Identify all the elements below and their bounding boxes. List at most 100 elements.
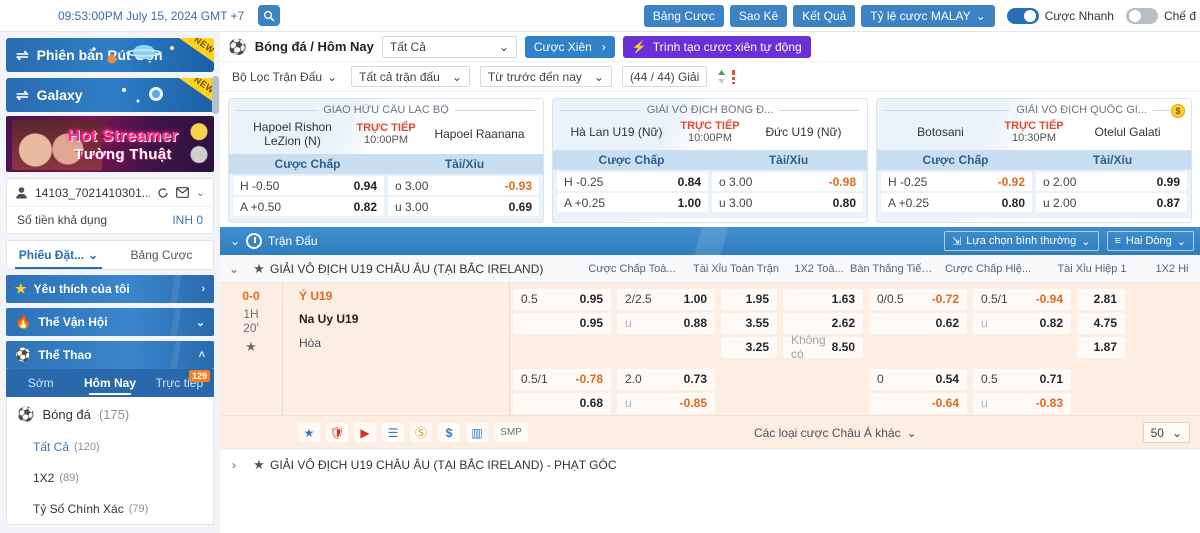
sidebar-item-all[interactable]: Tất Cả (120) — [7, 431, 213, 462]
statement-button[interactable]: Sao Kê — [729, 4, 788, 27]
odd-cell[interactable]: 0.5 0.95 — [513, 288, 611, 310]
odd-cell[interactable]: u 0.88 — [617, 312, 715, 334]
odd-cell[interactable]: 2/2.5 1.00 — [617, 288, 715, 310]
odd-cell[interactable]: 0 0.54 — [869, 368, 967, 390]
time-range-dropdown[interactable]: Từ trước đến nay ⌄ — [479, 66, 612, 87]
coin-icon[interactable]: Ⓢ — [410, 423, 432, 442]
results-label: Kết Quả — [802, 8, 847, 23]
star-icon[interactable]: ★ — [248, 457, 270, 473]
promo-galaxy[interactable]: ⇌ Galaxy NEW — [6, 78, 214, 112]
card-league-row: GIẢI VÔ ĐỊCH QUỐC GI... — [877, 99, 1191, 116]
odd-cell[interactable]: 2.62 — [783, 312, 863, 334]
odd-cell[interactable]: 1.87 — [1077, 336, 1125, 358]
hot-streamer-banner[interactable]: Hot Streamer Tường Thuật — [6, 116, 214, 172]
odd-cell[interactable]: 0.5 0.71 — [973, 368, 1071, 390]
odd-cell[interactable]: o 3.00 -0.98 — [712, 172, 863, 191]
odd-cell[interactable]: 0.68 — [513, 392, 611, 414]
odd-cell[interactable]: Không có 8.50 — [783, 333, 863, 361]
fire-shield-icon[interactable]: 🛡 — [326, 423, 348, 442]
tab-early[interactable]: Sớm — [6, 369, 75, 397]
league-expand-chevron-right-icon[interactable]: › — [220, 458, 248, 472]
other-asian-bets-toggle[interactable]: Các loại cược Châu Á khác ⌄ — [534, 426, 1137, 440]
sidebar-item-sports[interactable]: ⚽ Thể Thao ˄ — [6, 341, 214, 369]
odd-cell[interactable]: u -0.83 — [973, 392, 1071, 414]
star-icon[interactable]: ★ — [220, 339, 282, 355]
parlay-button[interactable]: Cược Xiên › — [524, 35, 615, 58]
account-row[interactable]: 14103_7021410301... ⌄ — [7, 179, 213, 207]
card-handicap-header: Cược Chấp — [598, 153, 665, 167]
all-matches-dropdown[interactable]: Tất cả trận đấu ⌄ — [351, 66, 470, 87]
odds-type-select[interactable]: Tỷ lệ cược MALAY ⌄ — [861, 4, 995, 27]
chevron-down-icon[interactable]: ⌄ — [196, 186, 205, 199]
odd-cell[interactable]: 3.55 — [721, 312, 777, 334]
sidebar-item-favourites[interactable]: ★ Yêu thích của tôi › — [6, 275, 214, 303]
sort-asc-desc-icon[interactable] — [717, 69, 738, 85]
odd-cell[interactable]: 1.95 — [721, 288, 777, 310]
odd-cell[interactable]: 0.62 — [869, 312, 967, 334]
auto-parlay-button[interactable]: ⚡ Trình tạo cược xiên tự động — [622, 35, 811, 58]
sidebar-scrollbar[interactable] — [212, 76, 219, 114]
odd-cell[interactable]: u 3.00 0.69 — [388, 197, 539, 216]
smp-icon[interactable]: SMP — [494, 423, 528, 442]
odd-cell[interactable]: 0.5/1 -0.78 — [513, 368, 611, 390]
mail-icon[interactable] — [175, 187, 189, 198]
quick-bet-toggle[interactable] — [1006, 7, 1039, 24]
league-count-display[interactable]: (44 / 44) Giải — [621, 66, 708, 87]
card-handicap-header: Cược Chấp — [274, 157, 341, 171]
odd-cell[interactable]: 2.81 — [1077, 288, 1125, 310]
odd-cell[interactable]: u -0.85 — [617, 392, 715, 414]
play-video-icon[interactable]: ▶ — [354, 423, 376, 442]
tab-bet-slip-label: Phiếu Đặt... — [18, 248, 85, 262]
tab-bet-slip[interactable]: Phiếu Đặt... ⌄ — [7, 241, 110, 269]
league-filter-select[interactable]: Tất Cả ⌄ — [381, 35, 517, 58]
odd-cell[interactable]: H -0.25 0.84 — [557, 172, 708, 191]
promo-lite-version[interactable]: ⇌ Phiên bản Rút Gọn NEW — [6, 38, 214, 72]
tab-bet-list[interactable]: Bảng Cược — [110, 241, 213, 269]
star-icon[interactable]: ★ — [248, 261, 270, 277]
bar-chart-icon[interactable]: ▥ — [466, 423, 488, 442]
results-button[interactable]: Kết Quả — [793, 4, 856, 27]
refresh-icon[interactable] — [157, 187, 169, 199]
odd-cell[interactable]: 3.25 — [721, 336, 777, 358]
odd-cell[interactable]: 2.0 0.73 — [617, 368, 715, 390]
odd-cell[interactable]: 4.75 — [1077, 312, 1125, 334]
rows-option-button[interactable]: ≡ Hai Dòng ⌄ — [1106, 231, 1194, 251]
star-icon[interactable]: ★ — [298, 423, 320, 442]
odd-cell[interactable]: A +0.25 1.00 — [557, 193, 708, 212]
odd-cell[interactable]: 0/0.5 -0.72 — [869, 288, 967, 310]
odd-cell[interactable]: 0.95 — [513, 312, 611, 334]
odd-cell[interactable]: 1.63 — [783, 288, 863, 310]
mode-toggle[interactable] — [1125, 7, 1158, 24]
odd-cell[interactable]: o 2.00 0.99 — [1036, 172, 1187, 191]
match-home-team[interactable]: Ý U19 — [299, 289, 509, 303]
odd-cell[interactable]: 0.5/1 -0.94 — [973, 288, 1071, 310]
stats-table-icon[interactable]: ☰ — [382, 423, 404, 442]
odd-cell[interactable]: H -0.25 -0.92 — [881, 172, 1032, 191]
odd-cell[interactable]: A +0.50 0.82 — [233, 197, 384, 216]
view-option-button[interactable]: ⇲ Lựa chọn bình thường ⌄ — [944, 231, 1099, 251]
sidebar-item-1x2[interactable]: 1X2 (89) — [7, 462, 213, 493]
search-icon — [264, 10, 275, 21]
odd-cell[interactable]: u 3.00 0.80 — [712, 193, 863, 212]
sidebar-item-olympics[interactable]: 🔥 Thế Vận Hội ⌄ — [6, 308, 214, 336]
betlist-button[interactable]: Bảng Cược — [643, 4, 724, 27]
sport-football-header[interactable]: ⚽ Bóng đá (175) — [7, 397, 213, 431]
odd-cell[interactable]: u 2.00 0.87 — [1036, 193, 1187, 212]
quick-bet-toggle-group[interactable]: Cược Nhanh — [1006, 7, 1114, 24]
tab-live[interactable]: Trực tiếp 129 — [145, 369, 214, 397]
league-collapse-chevron-down-icon[interactable]: ⌄ — [220, 262, 248, 276]
match-filter-dropdown[interactable]: Bộ Lọc Trận Đấu ⌄ — [228, 70, 341, 84]
cashout-icon[interactable]: $ — [438, 423, 460, 442]
sidebar-item-correct-score[interactable]: Tỷ Số Chính Xác (79) — [7, 493, 213, 524]
odd-cell[interactable]: o 3.00 -0.93 — [388, 176, 539, 195]
page-size-select[interactable]: 50 ⌄ — [1142, 422, 1190, 443]
odd-cell[interactable]: -0.64 — [869, 392, 967, 414]
tab-today[interactable]: Hôm Nay — [75, 369, 144, 397]
search-button[interactable] — [258, 5, 281, 26]
mode-toggle-group[interactable]: Chế đ — [1125, 7, 1196, 24]
match-away-team[interactable]: Na Uy U19 — [299, 312, 509, 326]
odd-cell[interactable]: H -0.50 0.94 — [233, 176, 384, 195]
collapse-matches-chevron-down-icon[interactable]: ⌄ — [226, 234, 244, 248]
odd-cell[interactable]: A +0.25 0.80 — [881, 193, 1032, 212]
odd-cell[interactable]: u 0.82 — [973, 312, 1071, 334]
